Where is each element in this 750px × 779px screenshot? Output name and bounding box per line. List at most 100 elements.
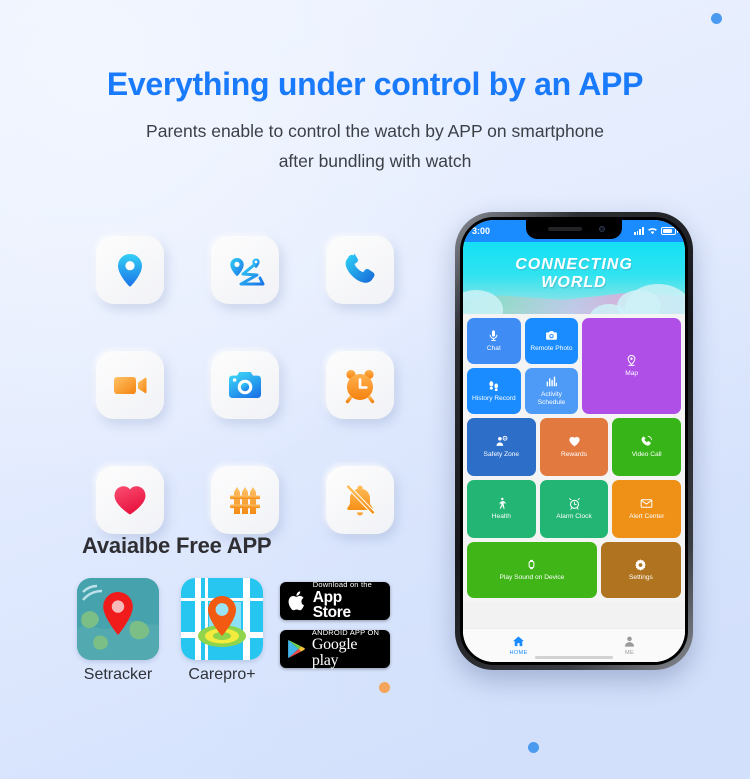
banner-title: CONNECTING WORLD [463, 256, 685, 292]
app-carepro[interactable]: Carepro+ [176, 578, 268, 684]
app-setracker[interactable]: Setracker [72, 578, 164, 684]
gear-icon [635, 559, 647, 571]
tile-label: Video Call [631, 451, 662, 458]
google-play-badge-top: ANDROID APP ON [311, 627, 380, 637]
feature-icon-phone [310, 220, 410, 320]
bottom-tab-bar: HOME ME [463, 628, 685, 662]
phone-call-icon [345, 253, 375, 283]
page-title: Everything under control by an APP [106, 66, 644, 102]
banner-line-1: CONNECTING [515, 256, 633, 273]
person-icon [624, 636, 635, 647]
tab-label: HOME [509, 650, 528, 656]
feature-icon-alarm [310, 335, 410, 435]
map-pin-icon [627, 354, 636, 366]
tile-history-record[interactable]: History Record [467, 368, 521, 414]
home-icon [513, 636, 524, 647]
tab-home[interactable]: HOME [463, 635, 574, 656]
feature-icon-route [195, 220, 295, 320]
phone-mockup: 3:00 CONNECTING WORLD Chat Remote Photo … [455, 212, 693, 670]
tile-label: Chat [486, 345, 501, 352]
tile-safety-zone[interactable]: Safety Zone [467, 418, 536, 476]
carepro-app-icon [181, 578, 263, 660]
alarm-icon [568, 498, 580, 510]
tile-label: Alert Center [629, 513, 665, 520]
video-phone-icon [641, 435, 653, 446]
feature-icon-video [80, 335, 180, 435]
tile-label: Rewards [560, 451, 588, 458]
activity-bars-icon [546, 376, 557, 387]
tile-label: History Record [472, 395, 516, 402]
phone-notch [526, 220, 622, 239]
front-camera-icon [599, 226, 605, 232]
fence-geofence-icon [230, 487, 260, 514]
carepro-caption: Carepro+ [188, 666, 256, 683]
tile-health[interactable]: Health [467, 480, 536, 538]
route-tracking-icon [230, 258, 265, 286]
google-play-badge[interactable]: ANDROID APP ON Google play [280, 627, 390, 670]
free-app-title: Avaialbe Free APP [82, 533, 272, 558]
bell-off-icon [345, 484, 376, 516]
setracker-caption: Setracker [83, 666, 153, 683]
app-tile-grid: Chat Remote Photo History Record Activit… [463, 314, 685, 602]
battery-icon [661, 227, 678, 235]
video-call-icon [114, 377, 147, 394]
tile-label: Alarm Clock [556, 513, 592, 520]
dot-top-right [711, 13, 722, 24]
walking-icon [499, 497, 506, 509]
footprints-icon [489, 381, 499, 392]
feature-icon-camera [195, 335, 295, 435]
feature-icon-bell-off [310, 450, 410, 550]
tile-remote-photo[interactable]: Remote Photo [524, 318, 579, 364]
promo-page: Everything under control by an APP Paren… [0, 0, 750, 779]
setracker-app-icon [77, 578, 159, 660]
tile-label: Health [491, 513, 511, 520]
tile-chat[interactable]: Chat [467, 318, 521, 364]
status-time: 3:00 [472, 226, 491, 236]
tile-label: Play Sound on Device [499, 574, 565, 581]
app-store-badge-top: Download on the [312, 580, 372, 590]
tile-alert-center[interactable]: Alert Center [612, 480, 682, 538]
app-store-badge[interactable]: Download on the App Store [280, 580, 390, 622]
tile-activity-schedule[interactable]: Activity Schedule [524, 368, 579, 414]
feature-icon-location [80, 220, 180, 320]
subtitle-line-1: Parents enable to control the watch by A… [146, 121, 604, 141]
tile-label: Remote Photo [530, 345, 573, 352]
camera-icon [229, 372, 261, 398]
envelope-icon [640, 499, 653, 508]
camera-icon [546, 331, 557, 340]
earpiece-speaker [548, 227, 582, 231]
heart-health-icon [114, 486, 146, 515]
watch-icon [529, 559, 535, 570]
banner-line-2: WORLD [541, 274, 607, 291]
google-play-badge-bottom: Google play [311, 636, 358, 670]
heart-icon [568, 436, 580, 447]
app-store-badge-bottom: App Store [312, 588, 351, 622]
tile-label: Safety Zone [483, 451, 520, 458]
tab-label: ME [625, 650, 634, 656]
subtitle-line-2: after bundling with watch [278, 151, 472, 171]
home-indicator [535, 656, 613, 659]
tile-map[interactable]: Map [582, 318, 681, 414]
tile-label: Map [625, 370, 639, 377]
tile-play-sound[interactable]: Play Sound on Device [467, 542, 597, 598]
tab-me[interactable]: ME [574, 635, 685, 656]
apple-logo-icon [288, 591, 304, 611]
phone-screen: 3:00 CONNECTING WORLD Chat Remote Photo … [463, 220, 685, 662]
safety-zone-icon [496, 435, 508, 446]
dot-bottom-center [528, 742, 539, 753]
tile-video-call[interactable]: Video Call [612, 418, 682, 476]
store-row: Setracker Carepro+ Download on the App S… [72, 578, 412, 688]
feature-icon-grid [80, 220, 410, 550]
signal-bars-icon [633, 227, 644, 235]
page-subtitle: Parents enable to control the watch by A… [0, 116, 750, 176]
tile-settings[interactable]: Settings [600, 542, 681, 598]
tile-rewards[interactable]: Rewards [539, 418, 609, 476]
tile-label: Activity Schedule [537, 391, 566, 406]
app-banner: CONNECTING WORLD [463, 242, 685, 314]
tile-alarm-clock[interactable]: Alarm Clock [539, 480, 609, 538]
microphone-icon [489, 330, 498, 341]
location-pin-icon [118, 254, 142, 287]
wifi-icon [648, 228, 657, 235]
tile-label: Settings [629, 574, 653, 581]
google-play-logo-icon [288, 639, 305, 659]
